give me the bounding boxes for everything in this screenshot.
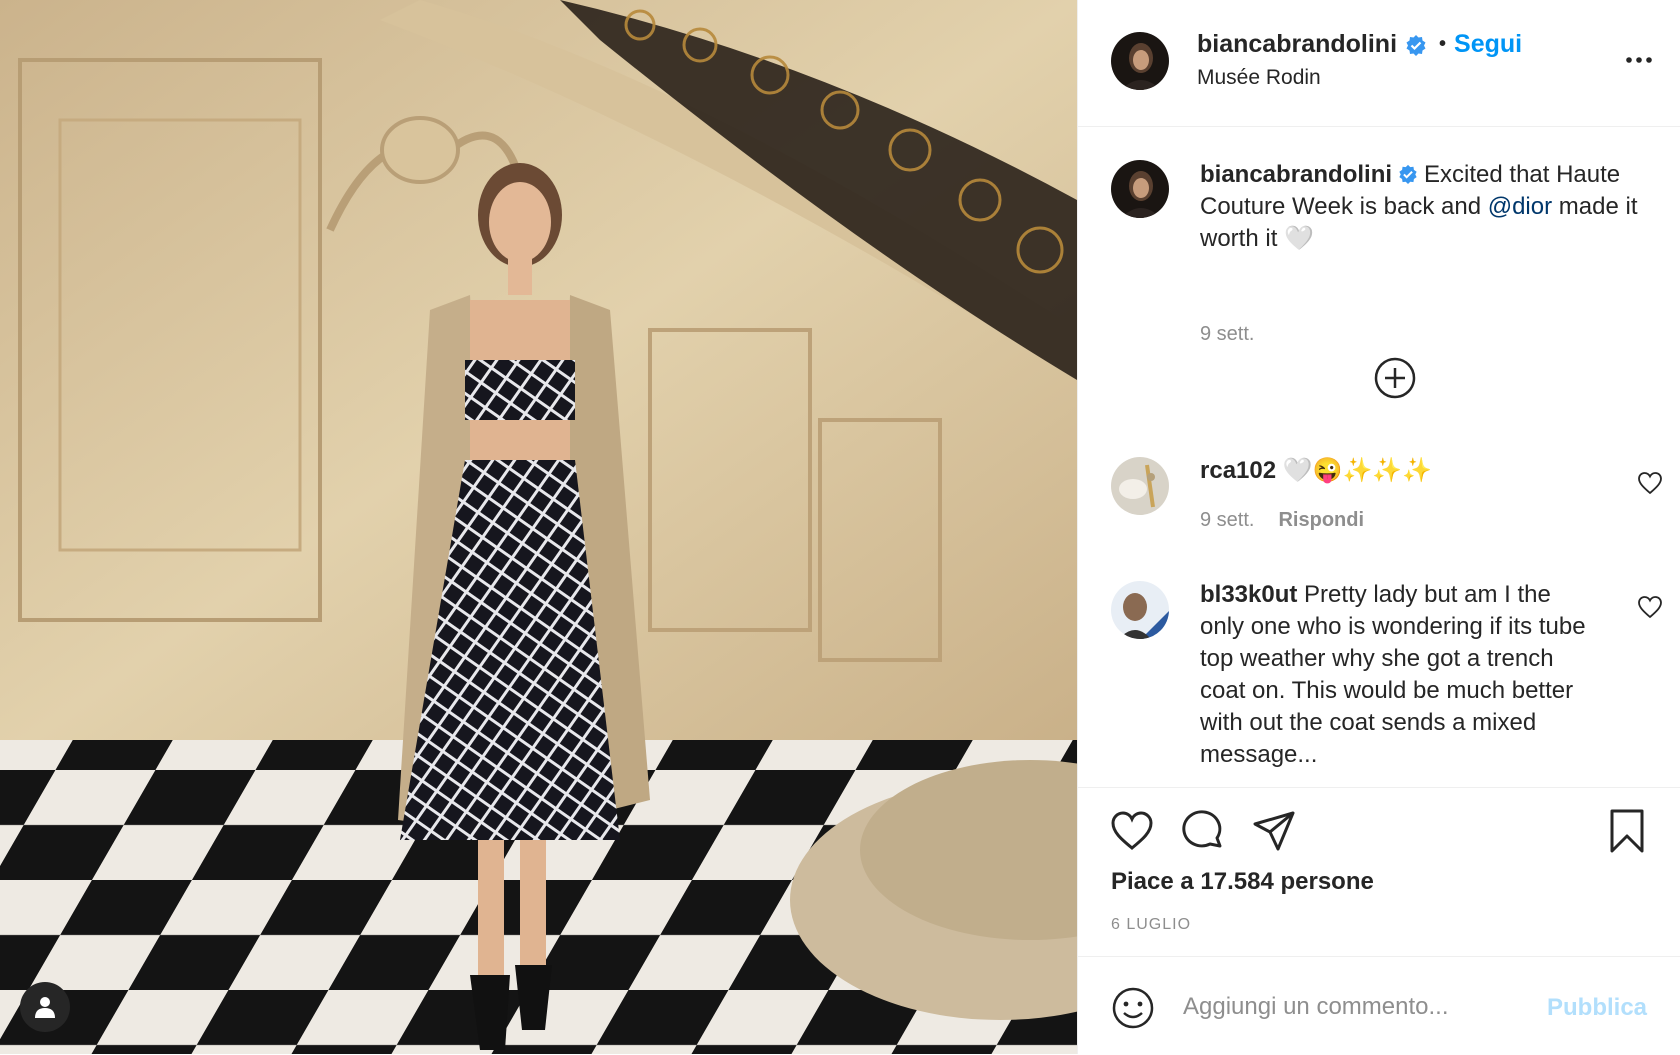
caption-mention-link[interactable]: @dior [1488,193,1552,220]
post-header: biancabrandolini • Segui Musée Rodin [1078,0,1680,127]
comment-like-icon[interactable] [1637,595,1663,619]
comment-like-icon[interactable] [1637,471,1663,495]
comment-avatar[interactable] [1111,581,1169,639]
post-image [0,0,1077,1054]
comment-username[interactable]: rca102 [1200,457,1276,484]
caption-text: biancabrandolini Excited that Haute Coutu… [1200,159,1660,255]
comment-text: bl33k0ut Pretty lady but am I the only o… [1200,579,1600,771]
comment-body: 🤍😜✨✨✨ [1282,457,1433,484]
caption-avatar[interactable] [1111,160,1169,218]
caption-username[interactable]: biancabrandolini [1200,161,1392,188]
verified-badge-icon [1405,34,1427,56]
separator-dot: • [1439,33,1447,55]
publish-button[interactable]: Pubblica [1547,994,1647,1022]
reply-button[interactable]: Rispondi [1278,509,1364,531]
comment-text: rca102 🤍😜✨✨✨ [1200,455,1640,487]
user-tag-icon[interactable] [20,982,70,1032]
comment-item: bl33k0ut Pretty lady but am I the only o… [1078,581,1680,781]
post-photo[interactable] [0,0,1077,1054]
likes-count[interactable]: Piace a 17.584 persone [1111,868,1374,896]
follow-button[interactable]: Segui [1454,30,1522,59]
author-username[interactable]: biancabrandolini [1197,30,1397,59]
comment-icon[interactable] [1180,808,1226,854]
load-more-icon[interactable] [1373,356,1417,400]
post-actions: Piace a 17.584 persone 6 LUGLIO [1078,787,1680,958]
comment-input[interactable] [1181,983,1515,1031]
verified-badge-icon [1398,161,1418,184]
comment-username[interactable]: bl33k0ut [1200,581,1297,608]
more-options-icon[interactable] [1624,48,1654,72]
author-username-row: biancabrandolini • Segui [1197,30,1522,59]
comment-item: rca102 🤍😜✨✨✨ 9 sett. Rispondi [1078,457,1680,557]
post-date: 6 LUGLIO [1111,916,1192,933]
comment-body: Pretty lady but am I the only one who is… [1200,581,1586,768]
post-location[interactable]: Musée Rodin [1197,66,1321,90]
author-avatar[interactable] [1111,32,1169,90]
heart-icon[interactable] [1109,808,1155,854]
caption-time: 9 sett. [1200,323,1255,345]
comments-list[interactable]: biancabrandolini Excited that Haute Coutu… [1078,127,1680,787]
post-sidebar: biancabrandolini • Segui Musée Rodin bia… [1077,0,1680,1054]
caption-item: biancabrandolini Excited that Haute Coutu… [1078,159,1680,345]
comment-meta: 9 sett. Rispondi [1200,509,1364,532]
comment-avatar[interactable] [1111,457,1169,515]
comment-composer: Pubblica [1078,956,1680,1055]
emoji-icon[interactable] [1111,986,1155,1030]
share-icon[interactable] [1251,808,1297,854]
bookmark-icon[interactable] [1604,808,1650,854]
comment-time: 9 sett. [1200,509,1255,531]
